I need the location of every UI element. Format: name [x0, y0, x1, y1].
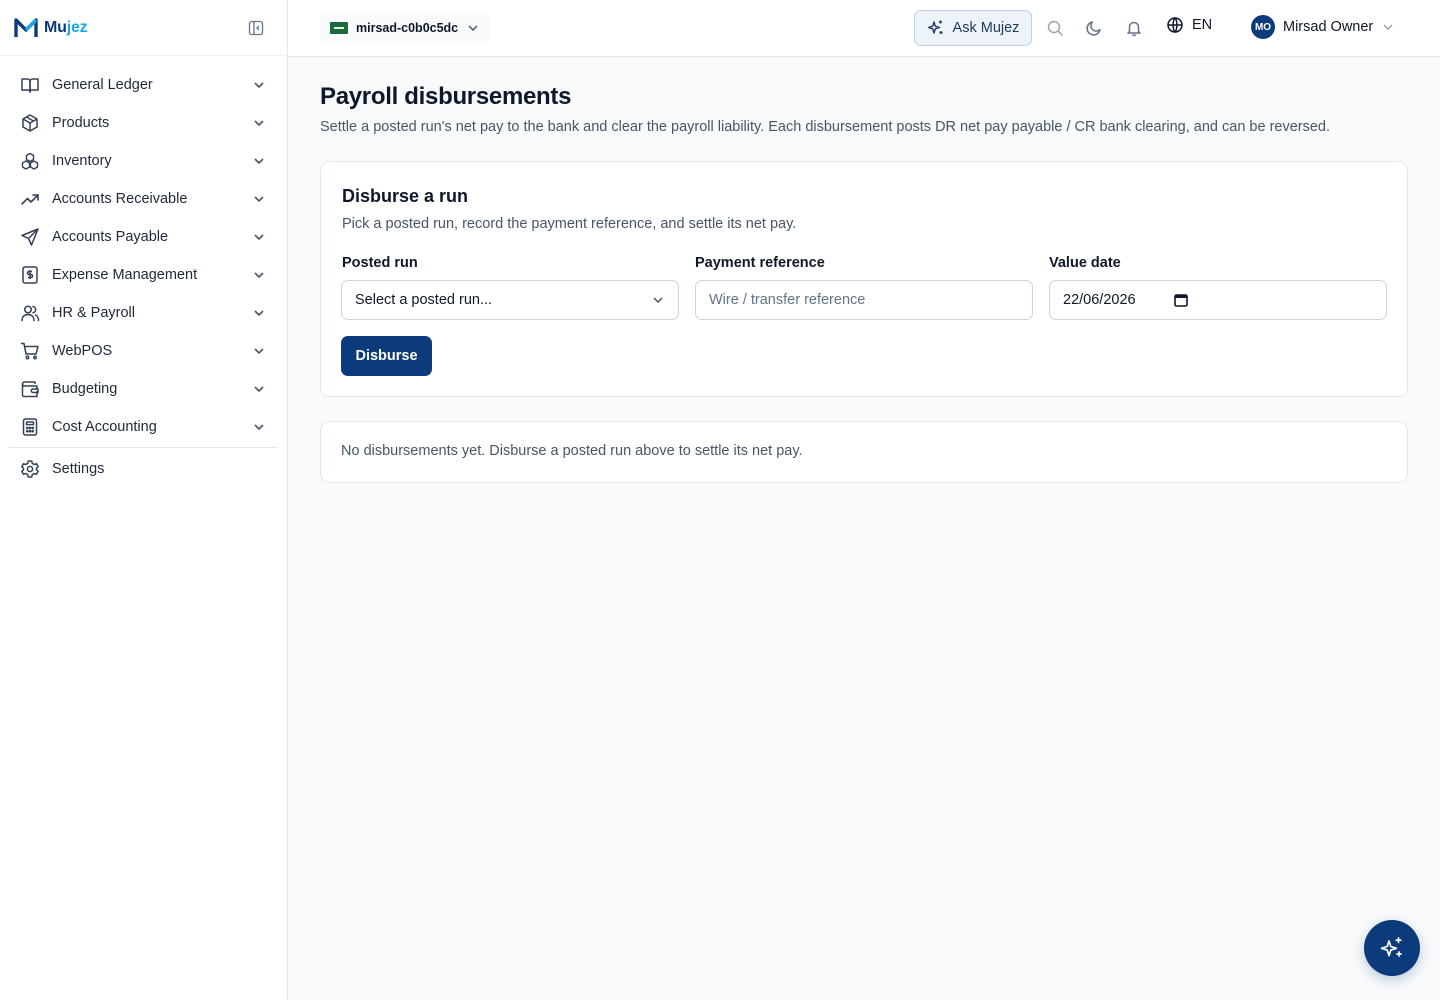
posted-run-select[interactable]: Select a posted run...	[341, 280, 679, 320]
organization-name: mirsad-c0b0c5dc	[356, 21, 459, 35]
sidebar-item-hr-payroll[interactable]: HR & Payroll	[0, 294, 287, 332]
chevron-down-icon	[251, 419, 267, 435]
sidebar-item-inventory[interactable]: Inventory	[0, 142, 287, 180]
sidebar-item-label: Settings	[52, 461, 105, 477]
chevron-down-icon	[651, 293, 665, 307]
package-icon	[20, 113, 40, 133]
chevron-down-icon	[251, 115, 267, 131]
chevron-down-icon	[251, 305, 267, 321]
sidebar-item-label: Products	[52, 115, 110, 131]
chevron-down-icon	[251, 343, 267, 359]
sparkles-icon	[927, 19, 945, 37]
sidebar-item-accounts-payable[interactable]: Accounts Payable	[0, 218, 287, 256]
cart-icon	[20, 341, 40, 361]
sidebar-item-label: Budgeting	[52, 381, 118, 397]
sidebar-item-label: WebPOS	[52, 343, 113, 359]
disburse-button[interactable]: Disburse	[341, 336, 432, 376]
sidebar-item-cost-accounting[interactable]: Cost Accounting	[0, 408, 287, 446]
chevron-down-icon	[251, 153, 267, 169]
sidebar-item-general-ledger[interactable]: General Ledger	[0, 66, 287, 104]
sidebar-item-label: Accounts Payable	[52, 229, 169, 245]
collapse-sidebar-button[interactable]	[245, 17, 267, 39]
card-subtitle: Pick a posted run, record the payment re…	[342, 216, 797, 232]
sidebar-item-webpos[interactable]: WebPOS	[0, 332, 287, 370]
sidebar-item-settings[interactable]: Settings	[0, 450, 287, 488]
sidebar-item-products[interactable]: Products	[0, 104, 287, 142]
ask-mujez-button[interactable]: Ask Mujez	[914, 10, 1032, 46]
chevron-down-icon	[251, 77, 267, 93]
globe-icon	[1167, 16, 1183, 34]
sidebar-item-label: Inventory	[52, 153, 112, 169]
language-code: EN	[1192, 17, 1213, 33]
page-title: Payroll disbursements	[320, 83, 572, 110]
moon-icon	[1086, 21, 1101, 36]
disbursements-list-card: No disbursements yet. Disburse a posted …	[320, 421, 1408, 483]
theme-toggle-button[interactable]	[1084, 18, 1104, 38]
sidebar-item-accounts-receivable[interactable]: Accounts Receivable	[0, 180, 287, 218]
sidebar-nav: General Ledger Products Inventory Accoun…	[0, 56, 287, 488]
chevron-down-icon	[251, 381, 267, 397]
value-date-label: Value date	[1049, 255, 1121, 271]
chevron-down-icon	[251, 229, 267, 245]
flag-icon	[330, 22, 348, 34]
sidebar-item-label: Cost Accounting	[52, 419, 157, 435]
assistant-fab-button[interactable]	[1364, 920, 1420, 976]
search-icon	[1047, 20, 1063, 36]
users-icon	[20, 303, 40, 323]
sidebar-item-label: HR & Payroll	[52, 305, 135, 321]
user-name: Mirsad Owner	[1283, 19, 1374, 35]
topbar: mirsad-c0b0c5dc Ask Mujez EN MO Mirsad O…	[288, 0, 1440, 57]
calculator-icon	[20, 417, 40, 437]
chevron-down-icon	[1381, 20, 1395, 34]
empty-state-message: No disbursements yet. Disburse a posted …	[341, 443, 803, 459]
payment-reference-input[interactable]: Wire / transfer reference	[695, 280, 1033, 320]
trending-up-icon	[20, 189, 40, 209]
chevron-down-icon	[466, 21, 480, 35]
book-open-icon	[20, 75, 40, 95]
avatar: MO	[1251, 15, 1275, 39]
brand-logo[interactable]: Mujez	[14, 17, 88, 39]
mujez-logo-icon	[14, 17, 38, 37]
posted-run-selected-value: Select a posted run...	[355, 292, 493, 308]
boxes-icon	[20, 151, 40, 171]
chevron-down-icon	[251, 191, 267, 207]
page-subtitle: Settle a posted run's net pay to the ban…	[320, 119, 1331, 135]
notifications-button[interactable]	[1124, 18, 1144, 38]
sidebar-item-budgeting[interactable]: Budgeting	[0, 370, 287, 408]
organization-switcher[interactable]: mirsad-c0b0c5dc	[320, 12, 491, 44]
user-menu[interactable]: MO Mirsad Owner	[1251, 15, 1395, 39]
bell-icon	[1127, 21, 1141, 37]
brand-name: Mujez	[44, 18, 88, 36]
sparkles-icon	[1380, 937, 1402, 957]
gear-icon	[20, 459, 40, 479]
calendar-icon[interactable]	[1173, 292, 1189, 308]
payment-reference-label: Payment reference	[695, 255, 825, 271]
payment-reference-placeholder: Wire / transfer reference	[709, 292, 866, 308]
posted-run-label: Posted run	[342, 255, 418, 271]
ask-mujez-label: Ask Mujez	[952, 20, 1020, 36]
language-selector[interactable]: EN	[1166, 16, 1212, 34]
sidebar-item-label: Accounts Receivable	[52, 191, 188, 207]
receipt-icon	[20, 265, 40, 285]
card-title: Disburse a run	[342, 186, 469, 206]
value-date-value: 22/06/2026	[1063, 292, 1136, 308]
chevron-down-icon	[251, 267, 267, 283]
brand-bar: Mujez	[0, 0, 287, 56]
sidebar-item-expense-management[interactable]: Expense Management	[0, 256, 287, 294]
send-icon	[20, 227, 40, 247]
disburse-run-card: Disburse a run Pick a posted run, record…	[320, 161, 1408, 397]
panel-left-icon	[248, 20, 264, 35]
value-date-input[interactable]: 22/06/2026	[1049, 280, 1387, 320]
sidebar: Mujez General Ledger Products Inventory …	[0, 0, 288, 1000]
sidebar-item-label: Expense Management	[52, 267, 198, 283]
sidebar-item-label: General Ledger	[52, 77, 153, 93]
search-button[interactable]	[1045, 18, 1065, 38]
wallet-icon	[20, 379, 40, 399]
sidebar-divider	[9, 447, 278, 448]
